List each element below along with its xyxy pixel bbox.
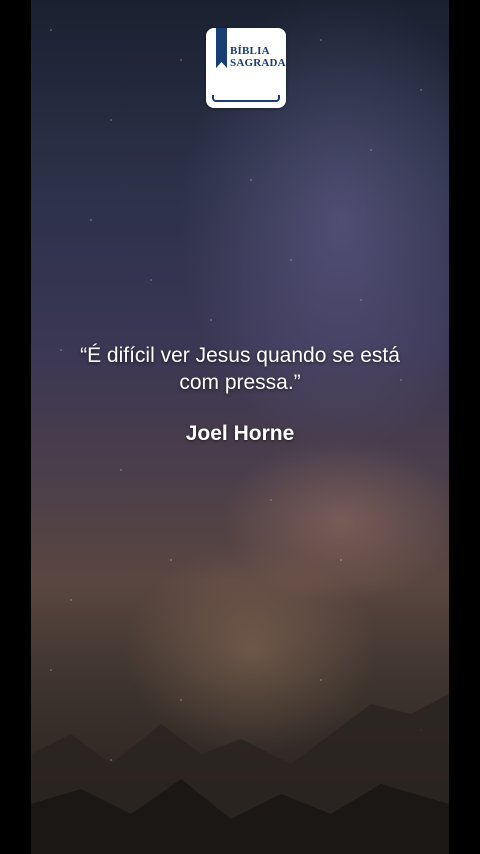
quote-author: Joel Horne — [185, 422, 295, 445]
quote-text: “É difícil ver Jesus quando se está com … — [80, 344, 400, 394]
book-base-icon — [212, 95, 280, 102]
app-logo: BÍBLIA SAGRADA — [206, 28, 286, 108]
mountains-silhouette — [31, 694, 449, 854]
quote-block: “É difícil ver Jesus quando se está com … — [31, 342, 449, 446]
logo-text: BÍBLIA SAGRADA — [230, 45, 286, 69]
logo-line-2: SAGRADA — [230, 57, 286, 69]
splash-screen: BÍBLIA SAGRADA “É difícil ver Jesus quan… — [0, 0, 480, 854]
logo-line-1: BÍBLIA — [230, 45, 270, 57]
bookmark-icon — [216, 28, 227, 68]
